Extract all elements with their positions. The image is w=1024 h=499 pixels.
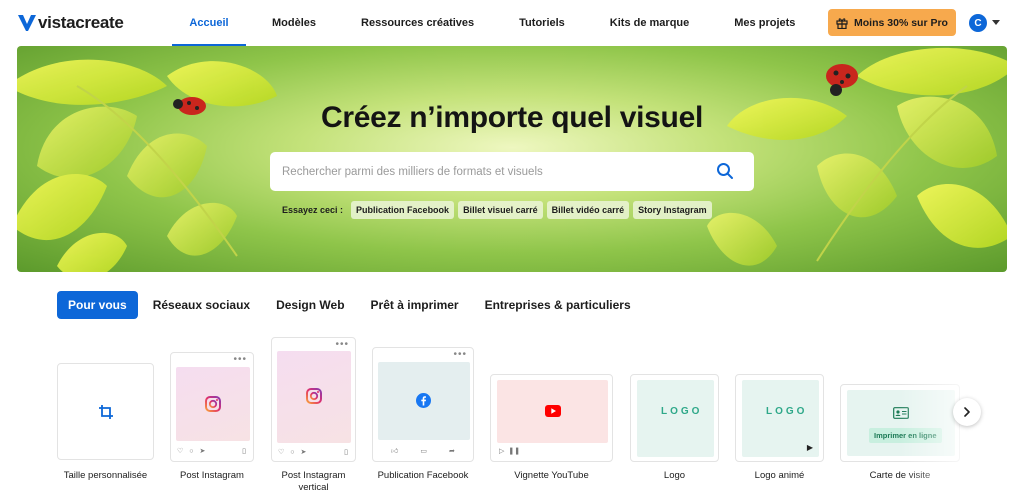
more-options-icon[interactable]: ••• [453,350,467,360]
send-icon: ➤ [300,449,307,456]
category-tabs: Pour vous Réseaux sociaux Design Web Prê… [57,291,646,319]
chevron-down-icon[interactable] [992,20,1000,25]
suggestions-label: Essayez ceci : [282,205,344,215]
hero-title: Créez n’importe quel visuel [320,101,703,134]
format-card-animated-logo[interactable]: LOGO ▶ [735,374,824,462]
instagram-icon [306,388,322,404]
user-avatar[interactable]: C [969,14,987,32]
comment-icon: ○ [290,448,295,456]
gift-icon [836,17,848,29]
facebook-actions: 👍︎ ▭ ➦ [391,446,455,456]
suggestion-square-visual[interactable]: Billet visuel carré [458,201,543,219]
heart-icon: ♡ [177,448,184,455]
format-label-facebook-post: Publication Facebook [377,470,469,481]
pro-discount-label: Moins 30% sur Pro [854,16,948,29]
logo-placeholder-mark: LOGO [661,406,703,417]
chevron-right-icon [964,407,970,417]
top-header: vistacreate Accueil Modèles Ressources c… [0,0,1024,46]
nav-my-projects[interactable]: Mes projets [734,0,795,46]
nav-brand-kits[interactable]: Kits de marque [610,0,689,46]
more-options-icon[interactable]: ••• [233,355,247,365]
tab-for-you[interactable]: Pour vous [57,291,138,319]
format-label-custom-size: Taille personnalisée [63,470,148,481]
instagram-actions: ♡ ○ ➤ [278,448,307,457]
format-card-instagram-post[interactable]: ••• ♡ ○ ➤ ▯ [170,352,254,462]
nav-creative-resources[interactable]: Ressources créatives [361,0,474,46]
vista-v-icon [18,15,36,31]
search-suggestions: Essayez ceci : Publication Facebook Bill… [282,200,712,220]
format-label-business-card: Carte de visite [869,470,931,481]
play-icon: ▷ [499,448,505,455]
instagram-actions: ♡ ○ ➤ [177,447,206,456]
id-card-icon [893,407,909,419]
like-icon: 👍︎ [391,448,399,455]
tab-social-media[interactable]: Réseaux sociaux [142,291,261,319]
format-label-logo: Logo [663,470,686,481]
format-label-instagram-post: Post Instagram [180,470,244,481]
logo-placeholder-mark: LOGO [766,406,808,417]
format-card-instagram-vertical[interactable]: ••• ♡ ○ ➤ ▯ [271,337,356,462]
format-label-youtube-thumbnail: Vignette YouTube [514,470,589,481]
hero-banner: Créez n’importe quel visuel Essayez ceci… [17,46,1007,272]
brand-logo[interactable]: vistacreate [18,12,124,34]
format-label-instagram-vertical: Post Instagram vertical [281,470,346,493]
carousel-next-button[interactable] [953,398,981,426]
tab-print-ready[interactable]: Prêt à imprimer [360,291,470,319]
nav-templates[interactable]: Modèles [272,0,316,46]
share-icon: ➦ [448,447,455,455]
search-icon[interactable] [716,162,734,180]
format-card-youtube-thumbnail[interactable]: ▷ ❚❚ [490,374,613,462]
play-icon: ▶ [806,443,813,452]
video-controls: ▷ ❚❚ [499,447,520,455]
print-online-badge: Imprimer en ligne [869,428,942,443]
bookmark-icon: ▯ [344,449,348,456]
pause-icon: ❚❚ [508,448,521,455]
instagram-icon [205,396,221,412]
template-search-box[interactable] [270,152,754,191]
more-options-icon[interactable]: ••• [335,340,349,350]
pro-discount-button[interactable]: Moins 30% sur Pro [828,9,956,36]
main-nav: Accueil Modèles Ressources créatives Tut… [172,0,795,46]
bookmark-icon: ▯ [242,448,246,455]
format-card-custom-size[interactable] [57,363,154,460]
format-label-animated-logo: Logo animé [754,470,805,481]
nav-tutorials[interactable]: Tutoriels [519,0,565,46]
search-input[interactable] [282,165,702,178]
suggestion-facebook-post[interactable]: Publication Facebook [351,201,455,219]
brand-name: vistacreate [38,13,124,32]
facebook-icon [416,393,431,408]
tab-web-design[interactable]: Design Web [265,291,355,319]
thumbnail [637,380,714,457]
suggestion-square-video[interactable]: Billet vidéo carré [546,201,630,219]
suggestion-instagram-story[interactable]: Story Instagram [633,201,712,219]
nav-home[interactable]: Accueil [172,0,246,46]
comment-icon: ▭ [420,447,427,455]
format-card-facebook-post[interactable]: ••• 👍︎ ▭ ➦ [372,347,474,462]
format-card-business-card[interactable]: Imprimer en ligne [840,384,960,462]
comment-icon: ○ [189,447,194,455]
youtube-icon [545,405,561,417]
crop-icon [99,405,113,419]
format-card-logo[interactable]: LOGO [630,374,719,462]
send-icon: ➤ [199,448,206,455]
tab-business[interactable]: Entreprises & particuliers [474,291,642,319]
thumbnail [847,390,955,456]
heart-icon: ♡ [278,449,285,456]
